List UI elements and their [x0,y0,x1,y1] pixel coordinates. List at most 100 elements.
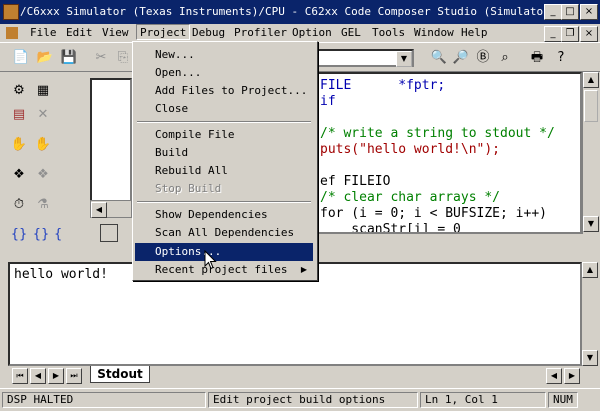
scroll-thumb[interactable] [584,90,598,122]
step-over-icon[interactable]: {} [32,226,50,244]
menu-item-new[interactable]: New... [135,46,313,64]
menu-item-close[interactable]: Close [135,100,313,118]
code-line-9: for (i = 0; i < BUFSIZE; i++) [320,206,547,221]
menu-item-open[interactable]: Open... [135,64,313,82]
breakpoint-icon[interactable]: ✋ [34,136,52,154]
print-icon[interactable]: 🖶 [528,49,546,67]
code-line-7: ef FILEIO [320,174,391,189]
find-next-icon[interactable]: 🔎 [452,49,470,67]
scroll-left-icon[interactable]: ◀ [91,202,107,218]
menu-window[interactable]: Window [414,26,454,39]
left-toolbar: ⚙ ▦ ▤ ✕ ✋ ✋ ❖ ❖ ⏱ ⚗ {} {} { [0,72,62,262]
mdi-minimize-button[interactable]: _ [544,26,562,42]
help-icon[interactable]: ? [552,49,570,67]
step-disabled-icon[interactable]: ❖ [34,166,52,184]
save-icon[interactable]: 💾 [60,49,78,67]
app-icon [3,4,19,20]
menu-option[interactable]: Option [292,26,332,39]
profile-icon[interactable]: ⚗ [34,196,52,214]
copy-icon[interactable]: ⎘ [114,49,132,67]
menu-debug[interactable]: Debug [192,26,225,39]
scroll-down-icon[interactable]: ▼ [582,350,598,366]
menu-file[interactable]: File [30,26,57,39]
menu-item-compile-file[interactable]: Compile File [135,126,313,144]
menu-item-rebuild-all[interactable]: Rebuild All [135,162,313,180]
status-state: DSP HALTED [2,392,206,408]
run-icon[interactable]: ⚙ [10,82,28,100]
output-vscrollbar[interactable]: ▲ ▼ [582,262,598,366]
menu-profiler[interactable]: Profiler [234,26,287,39]
project-menu-dropdown: New... Open... Add Files to Project... C… [132,41,318,281]
new-file-icon[interactable]: 📄 [12,49,30,67]
find-icon[interactable]: 🔍 [430,49,448,67]
menu-help[interactable]: Help [461,26,488,39]
chevron-down-icon[interactable]: ▼ [396,51,412,67]
menu-edit[interactable]: Edit [66,26,93,39]
menu-item-show-dependencies[interactable]: Show Dependencies [135,206,313,224]
menu-item-build[interactable]: Build [135,144,313,162]
code-line-10: scanStr[i] = 0 [320,222,461,234]
grid-icon[interactable]: ▦ [34,82,52,100]
menu-item-recent-project-files[interactable]: Recent project files ▶ [135,261,313,279]
menu-project[interactable]: Project [136,24,191,40]
clock-icon[interactable]: ⏱ [10,196,28,214]
menu-item-add-files[interactable]: Add Files to Project... [135,82,313,100]
title-bar: /C6xxx Simulator (Texas Instruments)/CPU… [0,0,600,24]
code-line-1: FILE *fptr; [320,78,446,93]
last-tab-icon[interactable]: ⏭ [66,368,82,384]
code-line-2: if [320,94,336,109]
first-tab-icon[interactable]: ⏮ [12,368,28,384]
scroll-down-icon[interactable]: ▼ [583,216,599,232]
menu-separator [137,121,311,123]
minimize-button[interactable]: _ [544,4,562,20]
bookmark-icon[interactable]: Ⓑ [474,49,492,67]
submenu-arrow-icon: ▶ [300,265,307,274]
mouse-cursor-icon [204,250,217,270]
editor-vscrollbar[interactable]: ▲ ▼ [582,72,599,234]
menu-item-options[interactable]: Options... [135,243,313,261]
menu-item-stop-build: Stop Build [155,182,222,195]
file-view-tab[interactable] [100,224,118,242]
window-title: /C6xxx Simulator (Texas Instruments)/CPU… [20,5,564,18]
menu-view[interactable]: View [102,26,129,39]
memory-icon[interactable]: ▤ [10,106,28,124]
project-view[interactable] [90,78,132,218]
menu-gel[interactable]: GEL [341,26,361,39]
mdi-restore-button[interactable]: ❐ [561,26,579,42]
step-out-icon[interactable]: { [54,226,62,244]
cut-icon[interactable]: ✂ [92,49,110,67]
output-text: hello world! [14,267,108,282]
document-icon [6,27,18,39]
menu-tools[interactable]: Tools [372,26,405,39]
scroll-up-icon[interactable]: ▲ [582,262,598,278]
tab-stdout[interactable]: Stdout [90,366,150,383]
step-into-icon[interactable]: {} [10,226,28,244]
code-line-8: /* clear char arrays */ [320,190,501,205]
menu-item-scan-all-dependencies[interactable]: Scan All Dependencies [135,224,313,242]
status-bar: DSP HALTED Edit project build options Ln… [0,388,600,411]
scroll-right-icon[interactable]: ▶ [564,368,580,384]
disabled-tool-icon[interactable]: ✕ [34,106,52,124]
next-tab-icon[interactable]: ▶ [48,368,64,384]
menu-bar: File Edit View Project Debug Profiler Op… [0,24,600,42]
close-button[interactable]: × [580,4,598,20]
scroll-left-icon[interactable]: ◀ [546,368,562,384]
menu-item-recent-label: Recent project files [155,263,288,276]
find-in-files-icon[interactable]: ⌕ [496,49,514,67]
mdi-close-button[interactable]: × [580,26,598,42]
prev-tab-icon[interactable]: ◀ [30,368,46,384]
status-message: Edit project build options [208,392,418,408]
scroll-up-icon[interactable]: ▲ [583,72,599,88]
status-num: NUM [548,392,578,408]
status-position: Ln 1, Col 1 [420,392,546,408]
step-icon[interactable]: ❖ [10,166,28,184]
output-tab-bar: ⏮ ◀ ▶ ⏭ Stdout ◀ ▶ [8,366,598,384]
project-tabs [100,224,134,242]
menu-separator [137,201,311,203]
maximize-button[interactable]: □ [561,4,579,20]
hand-icon[interactable]: ✋ [10,136,28,154]
project-hscrollbar[interactable]: ◀ [90,200,132,218]
open-folder-icon[interactable]: 📂 [36,49,54,67]
code-editor[interactable]: FILE *fptr; if /* write a string to stdo… [300,72,582,234]
code-line-4: /* write a string to stdout */ [320,126,555,141]
